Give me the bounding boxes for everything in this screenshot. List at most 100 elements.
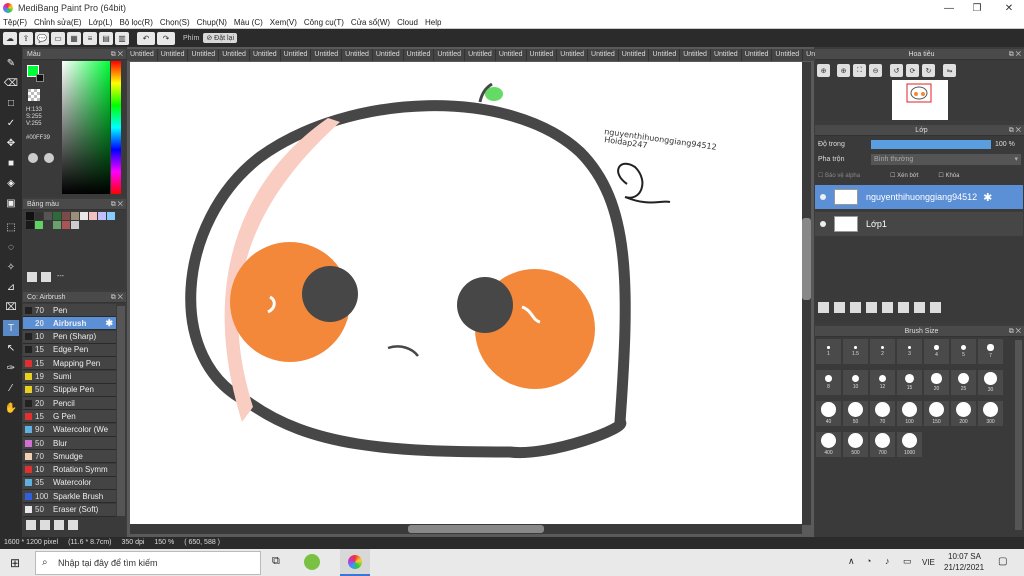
brush-folder-icon[interactable] bbox=[68, 520, 78, 530]
menu-help[interactable]: Help bbox=[425, 18, 441, 27]
brush-size-option[interactable]: 1000 bbox=[897, 432, 922, 457]
document-tab[interactable]: Untitled bbox=[158, 49, 189, 61]
brush-size-option[interactable]: 100 bbox=[897, 401, 922, 426]
brush-size-option[interactable]: 200 bbox=[951, 401, 976, 426]
document-tab[interactable]: Untitled bbox=[680, 49, 711, 61]
drawing-canvas[interactable]: nguyenthihuonggiang94512 Hoidap247 bbox=[130, 62, 802, 524]
palette-swatch[interactable] bbox=[71, 221, 79, 229]
rotate-left-icon[interactable]: ↺ bbox=[890, 64, 903, 77]
protect-alpha-checkbox[interactable]: ☐ Bảo vệ alpha bbox=[818, 172, 860, 179]
document-tab[interactable]: Untitled bbox=[772, 49, 804, 61]
brush-item[interactable]: 35 Watercolor bbox=[23, 476, 116, 490]
calendar-icon[interactable]: ▤ bbox=[99, 31, 113, 45]
panel-close-icon[interactable]: ⧉ ✕ bbox=[111, 199, 123, 210]
add-layer-menu-icon[interactable] bbox=[866, 302, 877, 313]
fill-rect-icon[interactable]: ■ bbox=[3, 155, 19, 171]
minimize-button[interactable]: — bbox=[934, 0, 964, 16]
maximize-button[interactable]: ❐ bbox=[962, 0, 992, 16]
select-tool-icon[interactable]: ⬚ bbox=[3, 219, 19, 235]
language-indicator[interactable]: VIE bbox=[922, 558, 935, 567]
palette-swatch[interactable] bbox=[35, 212, 43, 220]
brush-size-option[interactable]: 12 bbox=[870, 370, 895, 395]
brush-size-option[interactable]: 50 bbox=[843, 401, 868, 426]
comment-icon[interactable]: 💬 bbox=[35, 31, 49, 45]
layer-row-signature[interactable]: nguyenthihuonggiang94512 ✱ bbox=[815, 185, 1023, 209]
operation-tool-icon[interactable]: ↖ bbox=[3, 340, 19, 356]
brush-size-scrollbar[interactable] bbox=[1015, 340, 1022, 530]
notification-icon[interactable]: ▢ bbox=[998, 556, 1007, 567]
redo-icon[interactable]: ↷ bbox=[157, 31, 175, 45]
gear-icon[interactable]: ✱ bbox=[983, 191, 992, 204]
brush-size-option[interactable]: 1 bbox=[816, 339, 841, 364]
color-mixer-icon[interactable] bbox=[44, 153, 54, 163]
halftone-layer-icon[interactable] bbox=[850, 302, 861, 313]
brush-size-option[interactable]: 3 bbox=[897, 339, 922, 364]
gear-icon[interactable]: ✱ bbox=[105, 318, 113, 329]
vertical-scroll-thumb[interactable] bbox=[802, 218, 811, 300]
menu-filter[interactable]: Bộ lọc(R) bbox=[120, 18, 153, 27]
document-tab[interactable]: Untitled bbox=[803, 49, 815, 61]
brush-item[interactable]: 10 Pen (Sharp) bbox=[23, 330, 116, 344]
chevron-up-icon[interactable]: ∧ bbox=[848, 556, 855, 567]
copy-layer-icon[interactable] bbox=[834, 302, 845, 313]
list-icon[interactable]: ≡ bbox=[83, 31, 97, 45]
brush-size-option[interactable]: 500 bbox=[843, 432, 868, 457]
layout-icon[interactable]: ▭ bbox=[51, 31, 65, 45]
document-tab[interactable]: Untitled bbox=[281, 49, 312, 61]
document-tab[interactable]: Untitled bbox=[219, 49, 250, 61]
panel-close-icon[interactable]: ⧉ ✕ bbox=[1009, 326, 1021, 337]
palette-swatch[interactable] bbox=[53, 212, 61, 220]
menu-file[interactable]: Tệp(F) bbox=[3, 18, 27, 27]
brush-size-option[interactable]: 10 bbox=[843, 370, 868, 395]
brush-item[interactable]: 19 Sumi bbox=[23, 370, 116, 384]
brush-item[interactable]: 15 Mapping Pen bbox=[23, 357, 116, 371]
rotate-reset-icon[interactable]: ⟳ bbox=[906, 64, 919, 77]
palette-swatch[interactable] bbox=[62, 221, 70, 229]
panel-icon[interactable]: ▥ bbox=[115, 31, 129, 45]
flip-icon[interactable]: ⇋ bbox=[943, 64, 956, 77]
gradient-tool-icon[interactable]: ▣ bbox=[3, 195, 19, 211]
windows-start-icon[interactable]: ⊞ bbox=[10, 556, 20, 570]
brush-copy-icon[interactable] bbox=[54, 520, 64, 530]
panel-close-icon[interactable]: ⧉ ✕ bbox=[111, 49, 123, 60]
volume-icon[interactable]: ♪ bbox=[885, 556, 890, 566]
document-tab[interactable]: Untitled bbox=[250, 49, 281, 61]
rect-tool-icon[interactable]: □ bbox=[3, 95, 19, 111]
actual-size-icon[interactable]: ⛶ bbox=[853, 64, 866, 77]
taskbar-search[interactable]: ⌕ Nhập tại đây để tìm kiếm bbox=[35, 551, 261, 575]
document-tab[interactable]: Untitled bbox=[557, 49, 589, 61]
palette-swatch[interactable] bbox=[71, 212, 79, 220]
undo-icon[interactable]: ↶ bbox=[137, 31, 155, 45]
brush-size-option[interactable]: 15 bbox=[897, 370, 922, 395]
brush-item[interactable]: 15 G Pen bbox=[23, 410, 116, 424]
palette-swatch[interactable] bbox=[44, 212, 52, 220]
brush-item[interactable]: 10 Rotation Symm bbox=[23, 463, 116, 477]
background-color-swatch[interactable] bbox=[36, 74, 44, 82]
eyedropper-icon[interactable]: ⁄ bbox=[3, 380, 19, 396]
panel-close-icon[interactable]: ⧉ ✕ bbox=[111, 292, 123, 303]
brush-size-option[interactable]: 25 bbox=[951, 370, 976, 395]
document-tab[interactable]: Untitled bbox=[465, 49, 496, 61]
zoom-out-icon[interactable]: ⊖ bbox=[869, 64, 882, 77]
brush-size-option[interactable]: 400 bbox=[816, 432, 841, 457]
clock-time[interactable]: 10:07 SA bbox=[948, 552, 981, 561]
select-eraser-icon[interactable]: ⌧ bbox=[3, 299, 19, 315]
document-tab[interactable]: Untitled bbox=[127, 49, 158, 61]
document-tab[interactable]: Untitled bbox=[311, 49, 343, 61]
browser-icon[interactable] bbox=[304, 554, 320, 570]
layer-row-layer1[interactable]: Lớp1 bbox=[815, 212, 1023, 236]
brush-scrollbar[interactable] bbox=[117, 306, 125, 516]
visibility-icon[interactable] bbox=[820, 221, 826, 227]
palette-swatch[interactable] bbox=[35, 221, 43, 229]
lasso-tool-icon[interactable]: ◌ bbox=[3, 239, 19, 255]
brush-size-option[interactable]: 8 bbox=[816, 370, 841, 395]
palette-swatch[interactable] bbox=[26, 212, 34, 220]
document-tab[interactable]: Untitled bbox=[649, 49, 681, 61]
wifi-icon[interactable]: ◔ bbox=[866, 556, 871, 566]
layer-order-icon[interactable] bbox=[914, 302, 925, 313]
cloud-icon[interactable]: ☁ bbox=[3, 31, 17, 45]
menu-tools[interactable]: Công cụ(T) bbox=[304, 18, 344, 27]
brush-size-option[interactable]: 5 bbox=[951, 339, 976, 364]
menu-snap[interactable]: Chụp(N) bbox=[197, 18, 227, 27]
menu-edit[interactable]: Chỉnh sửa(E) bbox=[34, 18, 82, 27]
